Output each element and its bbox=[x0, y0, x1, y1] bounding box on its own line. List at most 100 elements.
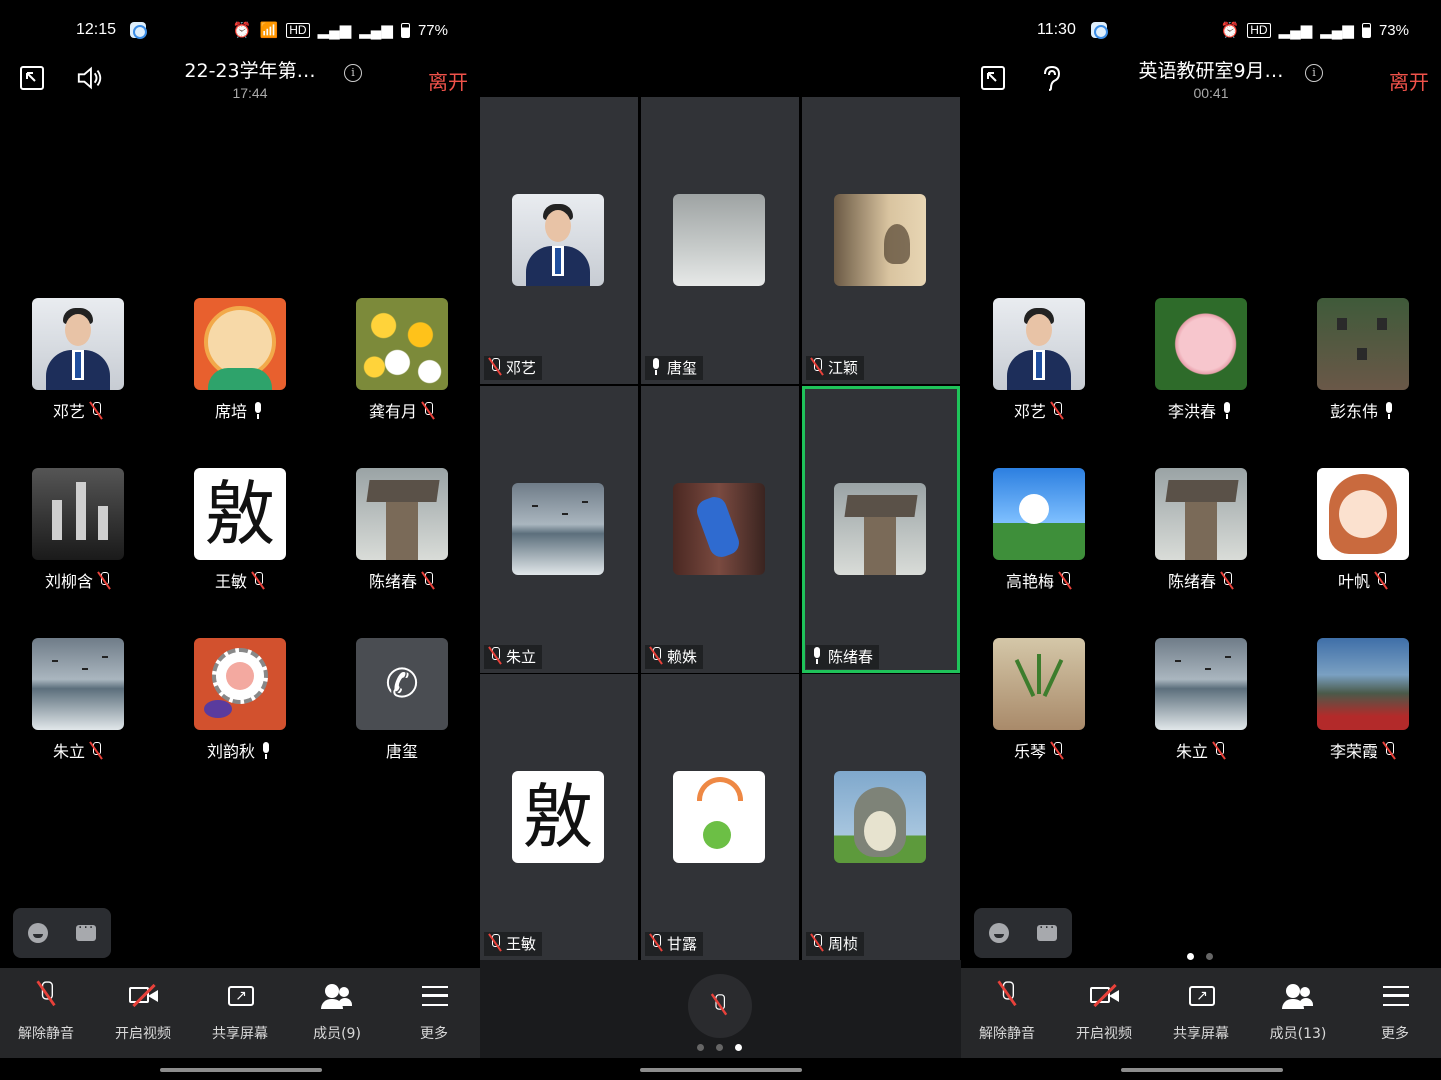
participant-tile[interactable]: 彭东伟 bbox=[1285, 298, 1441, 448]
participant-tile[interactable]: 高艳梅 bbox=[961, 468, 1121, 618]
participant-tile[interactable]: 刘柳含 bbox=[0, 468, 160, 618]
participant-tile[interactable]: 刘韵秋 bbox=[162, 638, 322, 788]
ear-icon[interactable] bbox=[1037, 64, 1065, 92]
participant-name: 周桢 bbox=[828, 935, 859, 953]
meeting-title: 22-23学年第… bbox=[184, 60, 316, 82]
participant-tile[interactable]: 叶帆 bbox=[1285, 468, 1441, 618]
avatar bbox=[993, 468, 1085, 560]
page-indicator bbox=[697, 1044, 742, 1051]
page-dot[interactable] bbox=[1206, 953, 1213, 960]
participant-tile[interactable]: 李荣霞 bbox=[1285, 638, 1441, 788]
mic-muted-icon bbox=[421, 572, 435, 590]
video-tile[interactable]: 朱立 bbox=[480, 386, 638, 673]
avatar bbox=[1317, 298, 1409, 390]
info-icon[interactable]: i bbox=[1305, 64, 1323, 82]
mic-muted-icon bbox=[89, 402, 103, 420]
video-tile[interactable]: 周桢 bbox=[802, 674, 960, 960]
video-tile[interactable]: 甘露 bbox=[641, 674, 799, 960]
mic-on-icon bbox=[810, 647, 824, 665]
participant-tile[interactable]: 朱立 bbox=[0, 638, 160, 788]
meeting-title-area[interactable]: 英语教研室9月… 00:41 i bbox=[1111, 56, 1323, 101]
participant-tile[interactable]: 陈绪春 bbox=[324, 468, 480, 618]
unmute-button[interactable] bbox=[688, 974, 752, 1038]
minimize-window-icon[interactable] bbox=[979, 64, 1007, 92]
participant-tile[interactable]: 席培 bbox=[162, 298, 322, 448]
emoji-icon[interactable] bbox=[989, 923, 1009, 943]
participant-tile[interactable]: 邓艺 bbox=[961, 298, 1121, 448]
page-dot-current[interactable] bbox=[735, 1044, 742, 1051]
status-time: 12:15 bbox=[76, 21, 117, 38]
chat-icon[interactable] bbox=[76, 920, 96, 941]
chat-icon[interactable] bbox=[1037, 920, 1057, 941]
home-indicator[interactable] bbox=[640, 1068, 802, 1072]
leave-button[interactable]: 离开 bbox=[1389, 66, 1429, 95]
unmute-button[interactable]: 解除静音 bbox=[0, 968, 94, 1058]
share-screen-button[interactable]: ↗ 共享屏幕 bbox=[192, 968, 288, 1058]
participant-tile[interactable]: 敫 王敏 bbox=[162, 468, 322, 618]
start-video-button[interactable]: 开启视频 bbox=[1056, 968, 1152, 1058]
video-tile[interactable]: 江颖 bbox=[802, 97, 960, 384]
reaction-chat-box bbox=[13, 908, 111, 958]
more-button[interactable]: 更多 bbox=[386, 968, 480, 1058]
start-video-button[interactable]: 开启视频 bbox=[95, 968, 191, 1058]
participant-name: 邓艺 bbox=[52, 402, 85, 421]
mic-muted-icon bbox=[89, 742, 103, 760]
participant-name: 朱立 bbox=[1175, 742, 1208, 761]
mic-muted-icon bbox=[488, 358, 502, 376]
avatar bbox=[993, 298, 1085, 390]
mic-muted-icon bbox=[991, 980, 1023, 1012]
unmute-button[interactable]: 解除静音 bbox=[961, 968, 1055, 1058]
video-tile[interactable]: 邓艺 bbox=[480, 97, 638, 384]
participant-tile[interactable]: 朱立 bbox=[1123, 638, 1283, 788]
share-screen-icon: ↗ bbox=[1185, 980, 1217, 1012]
more-button[interactable]: 更多 bbox=[1347, 968, 1441, 1058]
participant-tile[interactable]: 乐琴 bbox=[961, 638, 1121, 788]
home-indicator[interactable] bbox=[1121, 1068, 1283, 1072]
participant-tile[interactable]: 龚有月 bbox=[324, 298, 480, 448]
participant-name: 朱立 bbox=[52, 742, 85, 761]
mic-muted-icon bbox=[30, 980, 62, 1012]
app-notification-icon bbox=[1091, 22, 1108, 39]
4g-signal-icon: ▂▄▆ bbox=[359, 22, 393, 39]
participant-tile[interactable]: 李洪春 bbox=[1123, 298, 1283, 448]
share-screen-button[interactable]: ↗ 共享屏幕 bbox=[1153, 968, 1249, 1058]
members-button[interactable]: 成员(13) bbox=[1250, 968, 1346, 1058]
avatar: 敫 bbox=[194, 468, 286, 560]
mic-muted-icon bbox=[1212, 742, 1226, 760]
app-notification-icon bbox=[130, 22, 147, 39]
speaker-icon[interactable] bbox=[76, 64, 104, 92]
video-tile[interactable]: 唐玺 bbox=[641, 97, 799, 384]
mic-on-icon bbox=[649, 358, 663, 376]
avatar bbox=[512, 194, 604, 286]
participant-name: 陈绪春 bbox=[368, 572, 417, 591]
alarm-icon: ⏰ bbox=[1220, 22, 1240, 39]
leave-button[interactable]: 离开 bbox=[428, 66, 468, 95]
emoji-icon[interactable] bbox=[28, 923, 48, 943]
video-tile[interactable]: 赖姝 bbox=[641, 386, 799, 673]
mic-muted-icon bbox=[711, 994, 728, 1016]
participant-tile[interactable]: 陈绪春 bbox=[1123, 468, 1283, 618]
page-dot[interactable] bbox=[716, 1044, 723, 1051]
members-button[interactable]: 成员(9) bbox=[289, 968, 385, 1058]
meeting-toolbar: 解除静音 开启视频 ↗ 共享屏幕 成员(13) 更多 bbox=[961, 968, 1441, 1058]
minimize-window-icon[interactable] bbox=[18, 64, 46, 92]
participant-name: 唐玺 bbox=[667, 359, 698, 377]
participant-tile[interactable]: 邓艺 bbox=[0, 298, 160, 448]
video-tile[interactable]: 敫 王敏 bbox=[480, 674, 638, 960]
avatar bbox=[512, 483, 604, 575]
video-tile-active-speaker[interactable]: 陈绪春 bbox=[802, 386, 960, 673]
info-icon[interactable]: i bbox=[344, 64, 362, 82]
page-indicator bbox=[1187, 953, 1213, 960]
menu-icon bbox=[1379, 980, 1411, 1012]
participant-name: 王敏 bbox=[214, 572, 247, 591]
avatar bbox=[673, 194, 765, 286]
page-dot-current[interactable] bbox=[1187, 953, 1194, 960]
meeting-timer: 00:41 bbox=[1193, 85, 1229, 101]
participant-tile[interactable]: ✆ 唐玺 bbox=[324, 638, 480, 788]
home-indicator[interactable] bbox=[160, 1068, 322, 1072]
participant-name: 龚有月 bbox=[368, 402, 417, 421]
meeting-title-area[interactable]: 22-23学年第… 17:44 i bbox=[150, 56, 362, 101]
mic-muted-icon bbox=[649, 934, 663, 952]
status-time: 11:30 bbox=[1037, 21, 1076, 38]
page-dot[interactable] bbox=[697, 1044, 704, 1051]
